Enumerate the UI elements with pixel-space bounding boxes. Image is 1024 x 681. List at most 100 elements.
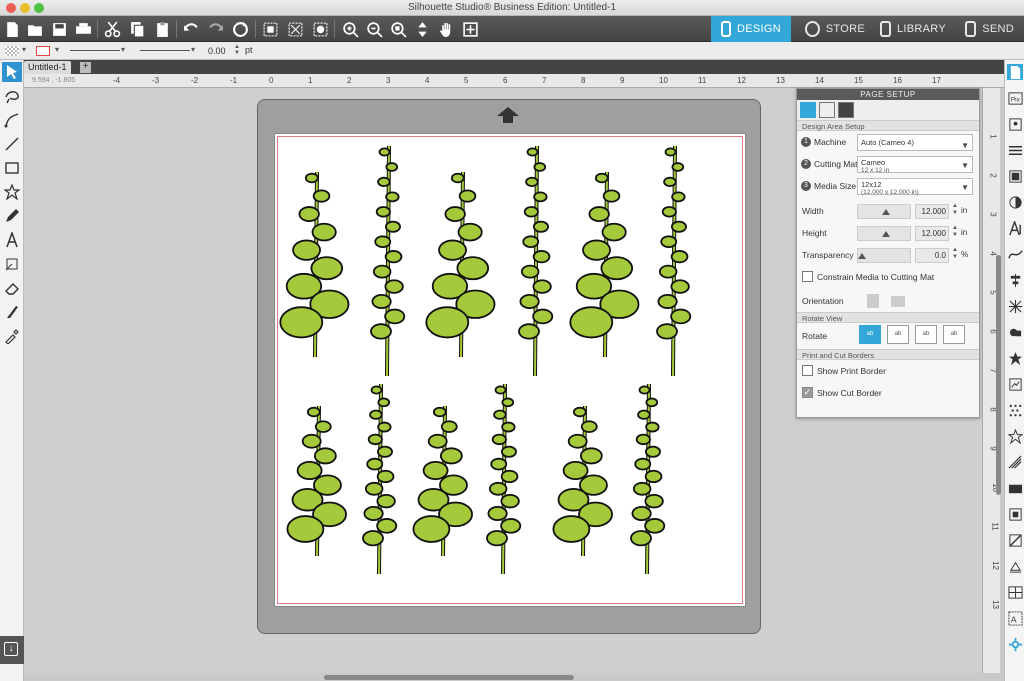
rotate-270-button[interactable]: ab [943,325,965,344]
page-setup-panel-icon[interactable] [1007,64,1023,80]
horizontal-scroll-thumb[interactable] [324,675,574,680]
portrait-orientation-icon[interactable] [867,294,879,308]
undo-icon[interactable] [181,19,201,39]
eucalyptus-sprig[interactable] [518,145,554,377]
height-input[interactable]: 12.000 [915,226,949,241]
show-cut-border-checkbox[interactable]: ✓ [802,387,813,398]
make-compound-icon[interactable] [310,19,330,39]
add-document-button[interactable]: + [80,62,91,73]
landscape-orientation-icon[interactable] [891,296,905,307]
paste-icon[interactable] [152,19,172,39]
layers-panel-icon[interactable] [1007,558,1023,574]
eucalyptus-sprig[interactable] [552,405,613,557]
line-width-spinner[interactable]: ▲ ▼ [234,44,240,56]
new-document-icon[interactable] [2,19,22,39]
open-folder-icon[interactable] [25,19,45,39]
height-spinner[interactable]: ▲ ▼ [952,225,958,239]
text-style-panel-icon[interactable] [1007,220,1023,236]
height-slider[interactable] [857,226,911,241]
sketch-panel-icon[interactable] [1007,402,1023,418]
line-color-dropdown-icon[interactable]: ▾ [55,45,59,54]
replicate-panel-icon[interactable] [1007,298,1023,314]
line-style-dropdown-icon[interactable]: ▾ [121,45,125,54]
pixscan-icon[interactable]: Pix [1007,90,1023,106]
eucalyptus-sprig[interactable] [656,145,692,377]
tab-send[interactable]: SEND [955,16,1024,42]
line-tool-icon[interactable] [2,134,22,154]
width-slider[interactable] [857,204,911,219]
knife-tool-icon[interactable] [2,302,22,322]
eucalyptus-sprig[interactable] [569,171,640,358]
zoom-in-icon[interactable] [340,19,360,39]
width-spinner[interactable]: ▲ ▼ [952,203,958,217]
eucalyptus-designs[interactable] [275,134,747,608]
tile-panel-icon[interactable] [1007,584,1023,600]
fill-dropdown-icon[interactable]: ▾ [22,45,26,54]
tab-store[interactable]: STORE [795,16,875,42]
library-panel-icon[interactable] [1007,116,1023,132]
zoom-select-icon[interactable] [388,19,408,39]
rotate-90-button[interactable]: ab [887,325,909,344]
vertical-scroll-thumb[interactable] [996,255,1001,495]
fit-to-page-icon[interactable] [460,19,480,39]
rectangle-tool-icon[interactable] [2,158,22,178]
cutting-mat-select[interactable]: Cameo 12 x 12 in ▼ [857,156,973,174]
point-edit-tool-icon[interactable] [2,86,22,106]
split-panel-icon[interactable] [1007,532,1023,548]
media-size-select[interactable]: 12x12 (12.000 x 12.000 in) ▼ [857,178,973,196]
eucalyptus-sprig[interactable] [286,405,347,557]
redo-icon[interactable] [205,19,225,39]
grid-tab-icon[interactable] [819,102,835,118]
settings-gear-icon[interactable] [1007,636,1023,652]
machine-select[interactable]: Auto (Cameo 4) ▼ [857,134,973,151]
align-panel-icon[interactable] [1007,272,1023,288]
eyedropper-tool-icon[interactable] [2,326,22,346]
fill-color-swatch[interactable] [5,46,19,56]
line-join-preview[interactable] [140,50,190,51]
transparency-spinner[interactable]: ▲ ▼ [952,247,958,261]
select-tool-icon[interactable] [2,62,22,82]
zoom-out-icon[interactable] [364,19,384,39]
draw-path-tool-icon[interactable] [2,254,22,274]
font-panel-icon[interactable]: A [1007,610,1023,626]
horizontal-scrollbar[interactable] [24,673,982,681]
eucalyptus-sprig[interactable] [279,171,350,358]
copy-icon[interactable] [127,19,147,39]
document-tab[interactable]: Untitled-1 [24,61,71,74]
line-style-preview[interactable] [70,50,120,51]
text-tool-icon[interactable] [2,230,22,250]
fill-panel-icon[interactable] [1007,168,1023,184]
modify-panel-icon[interactable] [1007,324,1023,340]
ungroup-icon[interactable] [285,19,305,39]
line-join-dropdown-icon[interactable]: ▾ [191,45,195,54]
offset-panel-icon[interactable] [1007,350,1023,366]
line-color-swatch[interactable] [36,46,50,56]
eucalyptus-sprig[interactable] [412,405,473,557]
group-icon[interactable] [260,19,280,39]
eucalyptus-sprig[interactable] [630,383,666,575]
eraser-tool-icon[interactable] [2,278,22,298]
bezier-tool-icon[interactable] [2,110,22,130]
eucalyptus-sprig[interactable] [486,383,522,575]
nesting-panel-icon[interactable] [1007,506,1023,522]
shape-tool-icon[interactable] [2,182,22,202]
rotate-180-button[interactable]: ab [915,325,937,344]
background-tab-icon[interactable] [838,102,854,118]
eucalyptus-sprig[interactable] [362,383,398,575]
eucalyptus-sprig[interactable] [425,171,496,358]
redraw-icon[interactable] [230,19,250,39]
pencil-tool-icon[interactable] [2,206,22,226]
trace-panel-icon[interactable] [1007,376,1023,392]
print-icon[interactable] [73,19,93,39]
send-panel-icon[interactable] [1007,480,1023,496]
page-setup-tab-icon[interactable] [800,102,816,118]
line-style-panel-icon[interactable] [1007,142,1023,158]
tab-library[interactable]: LIBRARY [870,16,956,42]
import-panel-toggle[interactable]: ↓ [0,636,24,664]
constrain-media-checkbox[interactable] [802,271,813,282]
transparency-slider[interactable] [857,248,911,263]
show-print-border-checkbox[interactable] [802,365,813,376]
emboss-panel-icon[interactable] [1007,454,1023,470]
transparency-panel-icon[interactable] [1007,194,1023,210]
width-input[interactable]: 12.000 [915,204,949,219]
